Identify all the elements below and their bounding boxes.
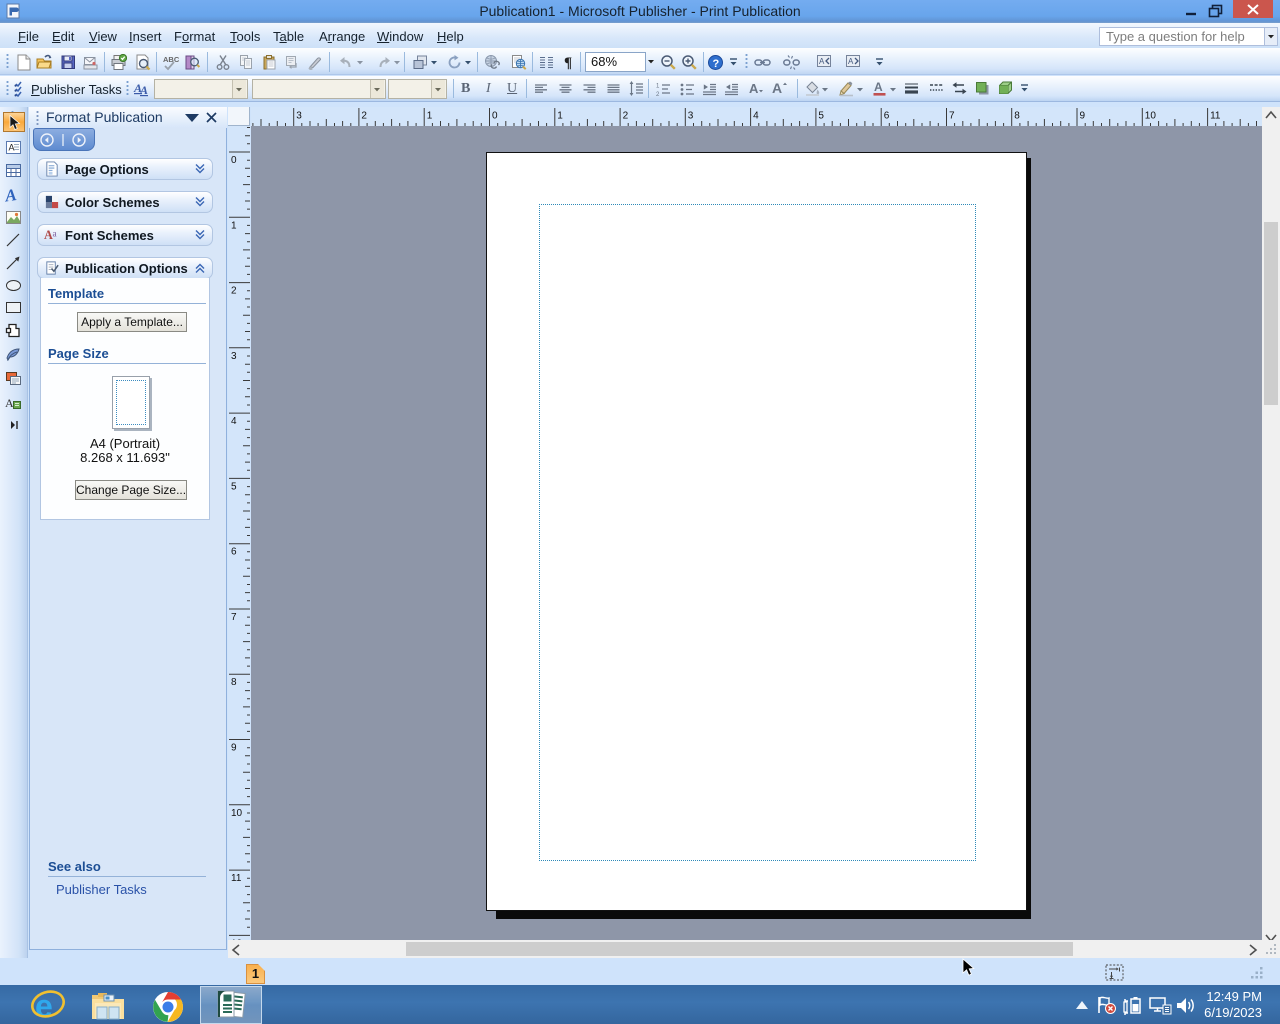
svg-text:A: A [5, 186, 18, 203]
svg-text:2: 2 [361, 111, 367, 122]
svg-text:10: 10 [1145, 111, 1157, 122]
svg-text:11: 11 [231, 873, 242, 884]
svg-text:7: 7 [231, 612, 237, 623]
svg-text:5: 5 [818, 111, 824, 122]
svg-text:4: 4 [753, 111, 759, 122]
svg-text:A: A [772, 80, 782, 96]
svg-text:8: 8 [1014, 111, 1020, 122]
svg-text:4: 4 [231, 416, 237, 427]
svg-text:7: 7 [949, 111, 955, 122]
svg-text:A: A [9, 143, 15, 153]
svg-text:2: 2 [623, 111, 629, 122]
svg-text:a: a [52, 229, 57, 239]
svg-text:3: 3 [231, 351, 237, 362]
svg-text:3: 3 [688, 111, 694, 122]
svg-text:11: 11 [1210, 111, 1221, 122]
svg-text:10: 10 [231, 808, 243, 819]
svg-text:¶: ¶ [564, 55, 572, 70]
svg-text:0: 0 [492, 111, 498, 122]
svg-text:?: ? [713, 58, 720, 70]
svg-text:5: 5 [231, 481, 237, 492]
svg-text:9: 9 [231, 743, 237, 754]
svg-text:1: 1 [427, 111, 433, 122]
svg-text:1: 1 [557, 111, 563, 122]
svg-text:0: 0 [231, 155, 237, 166]
svg-text:2: 2 [656, 92, 660, 98]
svg-text:6: 6 [231, 547, 237, 558]
svg-text:9: 9 [1080, 111, 1086, 122]
svg-text:2: 2 [231, 286, 237, 297]
svg-text:A: A [819, 57, 825, 66]
svg-text:6: 6 [884, 111, 890, 122]
svg-text:1: 1 [231, 220, 237, 231]
svg-text:ABC: ABC [163, 55, 179, 64]
svg-text:A: A [139, 83, 148, 97]
svg-text:8: 8 [231, 677, 237, 688]
svg-text:A: A [749, 81, 759, 96]
svg-text:1: 1 [656, 84, 660, 90]
svg-text:A: A [848, 57, 854, 66]
svg-text:3: 3 [296, 111, 302, 122]
svg-text:A: A [874, 80, 883, 94]
svg-text:A: A [5, 396, 14, 410]
